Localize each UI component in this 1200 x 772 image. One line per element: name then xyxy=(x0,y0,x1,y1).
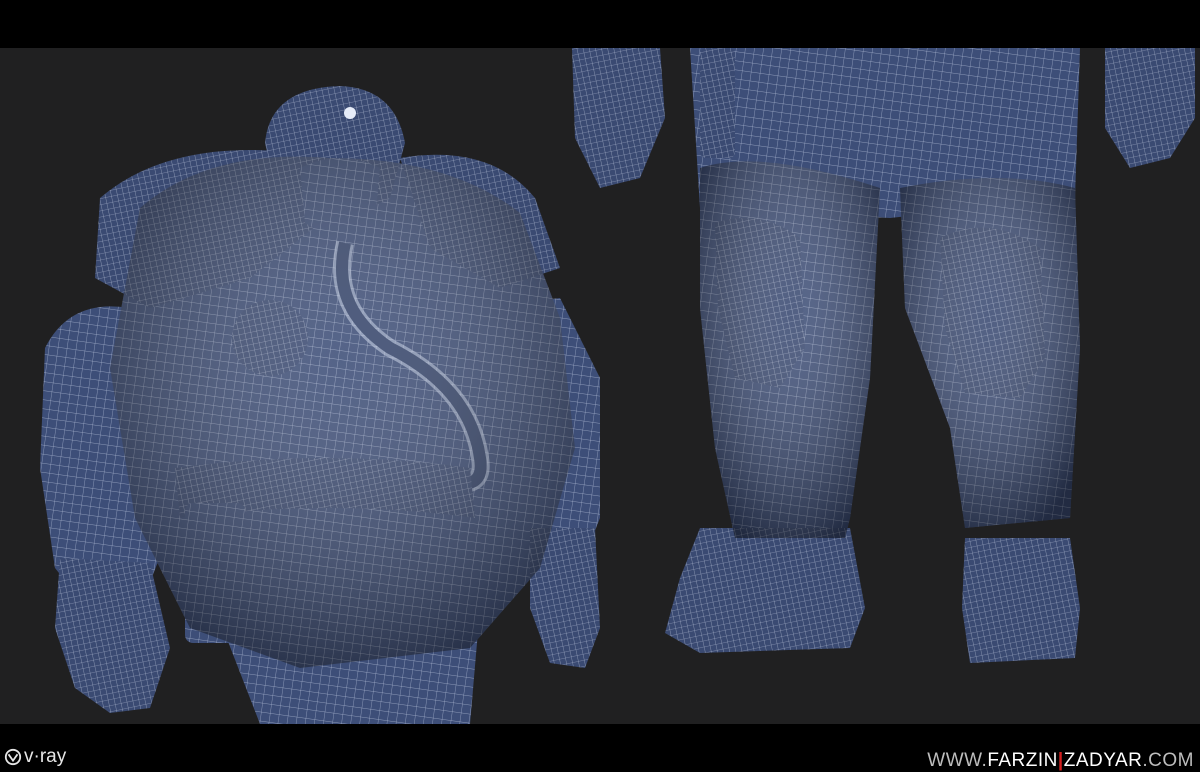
site-watermark: WWW.FARZIN|ZADYAR.COM xyxy=(927,750,1194,772)
armored-legs-figure xyxy=(572,48,1195,663)
render-viewport xyxy=(0,48,1200,724)
site-name-last: ZADYAR xyxy=(1063,750,1143,771)
vray-logo: v·ray xyxy=(4,745,66,769)
site-name-first: FARZIN xyxy=(987,750,1058,771)
armored-torso-figure xyxy=(40,86,600,724)
site-prefix: WWW. xyxy=(927,750,988,771)
vray-logo-text: v·ray xyxy=(24,746,67,767)
wireframe-render xyxy=(40,48,1195,724)
site-suffix: .COM xyxy=(1142,750,1194,771)
vray-mark-icon xyxy=(4,748,22,766)
